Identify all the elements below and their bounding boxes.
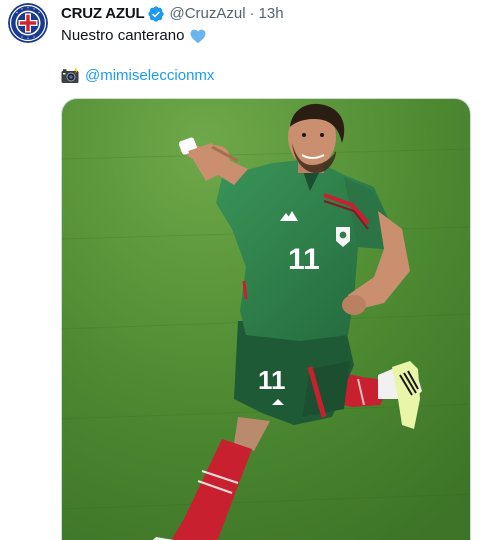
photo-credit: @mimiseleccionmx: [61, 66, 214, 86]
shorts-number: 11: [258, 365, 286, 395]
tweet-text: Nuestro canterano: [61, 26, 207, 46]
mention-link[interactable]: @mimiseleccionmx: [85, 66, 214, 86]
jersey-number: 11: [288, 243, 320, 276]
tweet-body: Nuestro canterano: [61, 27, 185, 44]
verified-badge-icon[interactable]: [147, 5, 165, 23]
display-name[interactable]: CRUZ AZUL: [61, 4, 145, 24]
tweet[interactable]: CRUZ AZUL @CruzAzul · 13h Nuestro canter…: [0, 0, 497, 540]
avatar[interactable]: [8, 3, 48, 43]
tweet-header: CRUZ AZUL @CruzAzul · 13h: [61, 4, 284, 24]
cruz-azul-crest-icon: [8, 3, 48, 43]
timestamp[interactable]: 13h: [259, 4, 284, 24]
handle[interactable]: @CruzAzul: [169, 4, 245, 24]
separator: ·: [249, 5, 255, 22]
camera-flash-icon: [61, 68, 79, 84]
tweet-photo[interactable]: 11 11: [61, 98, 471, 540]
blue-heart-icon: [189, 27, 207, 45]
